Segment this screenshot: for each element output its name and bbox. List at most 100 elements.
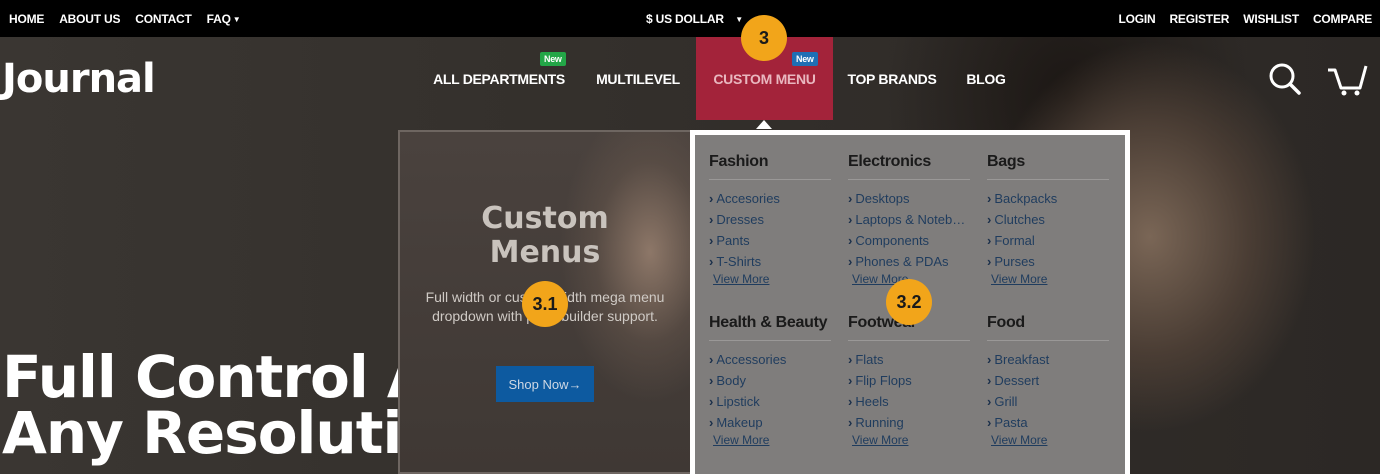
chevron-right-icon: › — [848, 212, 853, 227]
nav-item-top-brands[interactable]: TOP BRANDS — [842, 37, 942, 120]
menu-link[interactable]: › Breakfast — [987, 349, 1109, 370]
column-title[interactable]: Bags — [987, 153, 1109, 180]
column-title[interactable]: Food — [987, 314, 1109, 341]
chevron-right-icon: › — [987, 394, 992, 409]
menu-link[interactable]: › Formal — [987, 230, 1109, 251]
chevron-right-icon: › — [987, 415, 992, 430]
search-icon[interactable] — [1268, 62, 1302, 101]
chevron-right-icon: › — [709, 352, 714, 367]
menu-link[interactable]: › Dresses — [709, 209, 831, 230]
menu-link[interactable]: › Dessert — [987, 370, 1109, 391]
top-link-login[interactable]: LOGIN — [1118, 12, 1155, 26]
top-link-register[interactable]: REGISTER — [1169, 12, 1229, 26]
nav-label: MULTILEVEL — [596, 70, 680, 87]
menu-link[interactable]: › Makeup — [709, 412, 831, 433]
nav-item-all-departments[interactable]: ALL DEPARTMENTS New — [428, 37, 570, 120]
chevron-right-icon: › — [709, 233, 714, 248]
menu-link[interactable]: › Pants — [709, 230, 831, 251]
column-title[interactable]: Fashion — [709, 153, 831, 180]
menu-column-bags: Bags › Backpacks › Clutches › Formal › Purse… — [987, 153, 1109, 286]
top-link-contact[interactable]: CONTACT — [135, 12, 192, 26]
dropdown-pointer — [756, 120, 772, 129]
shop-now-label: Shop Now — [508, 376, 569, 392]
menu-link[interactable]: › Phones & PDAs — [848, 251, 970, 272]
chevron-right-icon: › — [987, 254, 992, 269]
view-more-link[interactable]: View More — [709, 433, 831, 447]
chevron-right-icon: › — [848, 373, 853, 388]
promo-title: Custom Menus — [400, 202, 690, 270]
chevron-down-icon: ▼ — [232, 15, 241, 24]
menu-link[interactable]: › Accessories — [709, 349, 831, 370]
chevron-right-icon: › — [848, 233, 853, 248]
column-title[interactable]: Health & Beauty — [709, 314, 831, 341]
menu-link[interactable]: › Heels — [848, 391, 970, 412]
top-link-wishlist[interactable]: WISHLIST — [1243, 12, 1299, 26]
new-badge: New — [540, 52, 566, 66]
currency-label: $ US DOLLAR — [646, 12, 724, 26]
top-left-links: HOME ABOUT US CONTACT FAQ ▼ — [9, 12, 241, 26]
menu-link[interactable]: › Body — [709, 370, 831, 391]
chevron-right-icon: › — [709, 191, 714, 206]
nav-label: CUSTOM MENU — [713, 70, 816, 87]
chevron-right-icon: › — [709, 373, 714, 388]
hero-title-line-2: Any Resoluti — [2, 399, 402, 467]
top-bar: HOME ABOUT US CONTACT FAQ ▼ $ US DOLLAR ▼… — [0, 0, 1380, 37]
chevron-right-icon: › — [709, 394, 714, 409]
menu-column-electronics: Electronics › Desktops › Laptops & Noteboo… — [848, 153, 970, 286]
callout-3-2: 3.2 — [886, 279, 932, 325]
menu-column-food: Food › Breakfast › Dessert › Grill › Pasta V… — [987, 314, 1109, 447]
menu-link[interactable]: › Desktops — [848, 188, 970, 209]
menu-link[interactable]: › Flats — [848, 349, 970, 370]
top-right-links: LOGIN REGISTER WISHLIST COMPARE — [1118, 12, 1372, 26]
chevron-right-icon: › — [709, 254, 714, 269]
chevron-right-icon: › — [848, 415, 853, 430]
menu-column-health-beauty: Health & Beauty › Accessories › Body › Lips… — [709, 314, 831, 447]
arrow-right-icon: → — [568, 376, 582, 392]
menu-link[interactable]: › Flip Flops — [848, 370, 970, 391]
menu-link[interactable]: › Laptops & Notebooks — [848, 209, 970, 230]
menu-link[interactable]: › Accesories — [709, 188, 831, 209]
promo-title-line-2: Menus — [489, 235, 601, 270]
nav-label: TOP BRANDS — [847, 70, 937, 87]
new-badge: New — [792, 52, 818, 66]
view-more-link[interactable]: View More — [987, 272, 1109, 286]
view-more-link[interactable]: View More — [709, 272, 831, 286]
shop-now-button[interactable]: Shop Now → — [496, 366, 594, 402]
faq-label: FAQ — [206, 12, 231, 26]
chevron-right-icon: › — [848, 394, 853, 409]
chevron-right-icon: › — [848, 254, 853, 269]
menu-link[interactable]: › Components — [848, 230, 970, 251]
menu-link[interactable]: › Running — [848, 412, 970, 433]
chevron-right-icon: › — [709, 212, 714, 227]
view-more-link[interactable]: View More — [848, 433, 970, 447]
nav-item-blog[interactable]: BLOG — [962, 37, 1010, 120]
chevron-down-icon: ▼ — [735, 15, 743, 24]
chevron-right-icon: › — [987, 373, 992, 388]
menu-link[interactable]: › Backpacks — [987, 188, 1109, 209]
menu-link[interactable]: › Pasta — [987, 412, 1109, 433]
chevron-right-icon: › — [848, 191, 853, 206]
chevron-right-icon: › — [987, 191, 992, 206]
top-link-faq[interactable]: FAQ ▼ — [207, 12, 241, 26]
menu-column-footwear: Footwear › Flats › Flip Flops › Heels › Runn… — [848, 314, 970, 447]
cart-icon[interactable] — [1326, 60, 1370, 101]
chevron-right-icon: › — [848, 352, 853, 367]
top-link-compare[interactable]: COMPARE — [1313, 12, 1372, 26]
nav-item-multilevel[interactable]: MULTILEVEL — [590, 37, 686, 120]
menu-link[interactable]: › Grill — [987, 391, 1109, 412]
menu-link[interactable]: › Lipstick — [709, 391, 831, 412]
currency-selector[interactable]: $ US DOLLAR ▼ — [646, 12, 743, 26]
chevron-right-icon: › — [709, 415, 714, 430]
view-more-link[interactable]: View More — [987, 433, 1109, 447]
top-link-about[interactable]: ABOUT US — [59, 12, 120, 26]
callout-3-1: 3.1 — [522, 281, 568, 327]
menu-link[interactable]: › Purses — [987, 251, 1109, 272]
nav-label: BLOG — [966, 70, 1006, 87]
column-title[interactable]: Electronics — [848, 153, 970, 180]
promo-title-line-1: Custom — [481, 201, 609, 236]
top-link-home[interactable]: HOME — [9, 12, 44, 26]
menu-link[interactable]: › T-Shirts — [709, 251, 831, 272]
menu-column-fashion: Fashion › Accesories › Dresses › Pants › T-S… — [709, 153, 831, 286]
menu-link[interactable]: › Clutches — [987, 209, 1109, 230]
callout-3: 3 — [741, 15, 787, 61]
